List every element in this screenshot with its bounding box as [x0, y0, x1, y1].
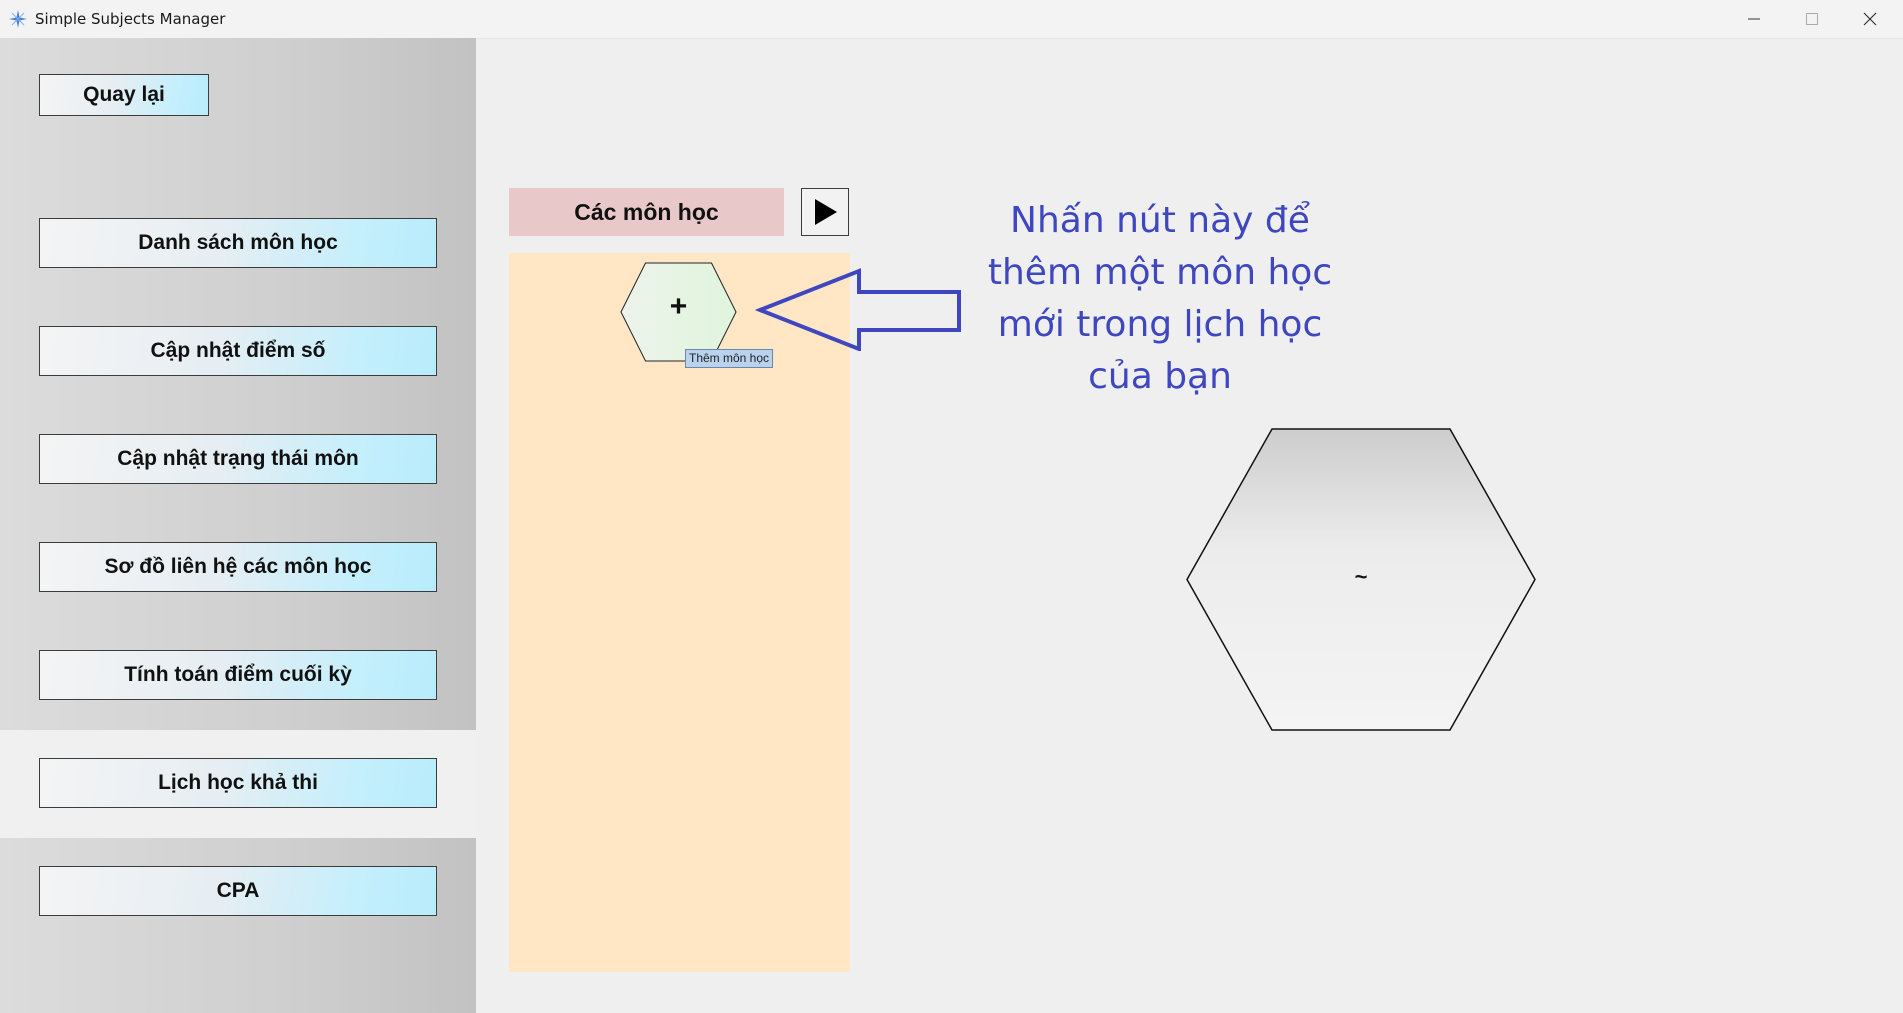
window-title: Simple Subjects Manager: [35, 10, 226, 28]
sidebar-item-label: Danh sách môn học: [138, 231, 338, 254]
sidebar-item-label: Cập nhật điểm số: [150, 339, 326, 362]
hint-line: thêm một môn học: [987, 252, 1333, 293]
hint-line: mới trong lịch học: [997, 304, 1323, 345]
minimize-button[interactable]: [1725, 0, 1783, 38]
sidebar-item-feasible-schedule[interactable]: Lịch học khả thi: [39, 758, 437, 808]
sidebar-item-label: Sơ đồ liên hệ các môn học: [104, 555, 372, 578]
play-icon: [815, 199, 837, 225]
sidebar-item-label: Lịch học khả thi: [158, 771, 318, 794]
sidebar-item-final-score[interactable]: Tính toán điểm cuối kỳ: [39, 650, 437, 700]
sidebar-item-subject-diagram[interactable]: Sơ đồ liên hệ các môn học: [39, 542, 437, 592]
back-button[interactable]: Quay lại: [39, 74, 209, 116]
sidebar-item-update-status[interactable]: Cập nhật trạng thái môn: [39, 434, 437, 484]
maximize-button[interactable]: [1783, 0, 1841, 38]
title-bar: Simple Subjects Manager: [0, 0, 1903, 39]
sidebar: Quay lại Danh sách môn học Cập nhật điểm…: [0, 38, 476, 1013]
sidebar-item-cpa[interactable]: CPA: [39, 866, 437, 916]
subjects-header-label: Các môn học: [574, 198, 719, 225]
tooltip: Thêm môn học: [685, 349, 774, 368]
hint-line: Nhấn nút này để: [1010, 200, 1310, 241]
sidebar-item-label: Tính toán điểm cuối kỳ: [124, 663, 352, 686]
hint-text: Nhấn nút này để thêm một môn học mới tro…: [975, 195, 1345, 403]
sidebar-item-label: Cập nhật trạng thái môn: [117, 447, 359, 470]
sidebar-item-update-grades[interactable]: Cập nhật điểm số: [39, 326, 437, 376]
sidebar-item-subject-list[interactable]: Danh sách môn học: [39, 218, 437, 268]
hint-line: của bạn: [1088, 356, 1232, 397]
arrow-left-icon: [755, 268, 961, 351]
close-button[interactable]: [1841, 0, 1899, 38]
subjects-header: Các môn học: [509, 188, 784, 236]
back-button-label: Quay lại: [83, 83, 165, 106]
sidebar-item-label: CPA: [216, 879, 260, 902]
maximize-icon: [1806, 13, 1818, 25]
sparkle-icon: [9, 10, 27, 28]
run-button[interactable]: [801, 188, 849, 236]
subject-hexagon[interactable]: [1186, 428, 1536, 731]
add-subject-button[interactable]: [620, 262, 737, 362]
close-icon: [1863, 12, 1877, 26]
minimize-icon: [1748, 18, 1760, 20]
